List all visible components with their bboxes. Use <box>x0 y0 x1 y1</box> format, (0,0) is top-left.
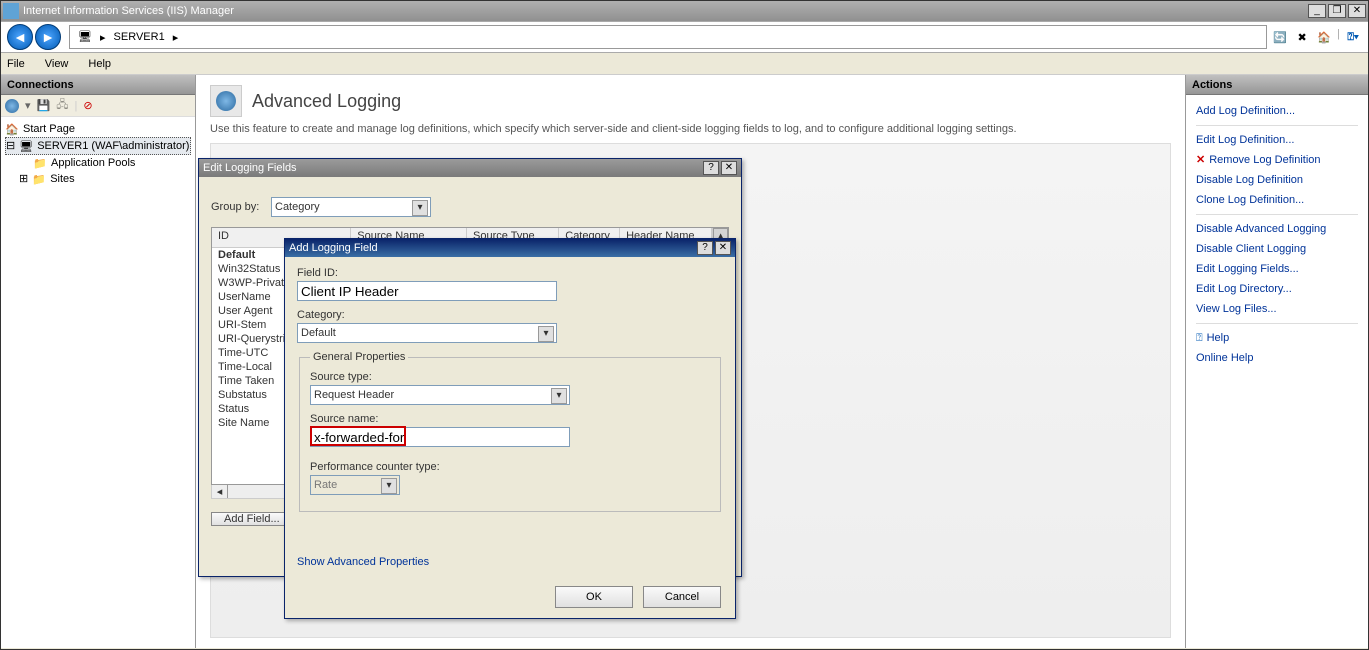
cancel-button[interactable]: Cancel <box>643 586 721 608</box>
add-field-button[interactable]: Add Field... <box>211 512 293 526</box>
action-edit-dir[interactable]: Edit Log Directory... <box>1196 279 1358 299</box>
ok-button[interactable]: OK <box>555 586 633 608</box>
fieldid-input[interactable] <box>297 281 557 301</box>
menu-bar: File View Help <box>1 53 1368 75</box>
connections-tree[interactable]: 🏠Start Page ⊟🖥SERVER1 (WAF\administrator… <box>1 117 195 648</box>
action-disable-adv[interactable]: Disable Advanced Logging <box>1196 219 1358 239</box>
action-edit-fields[interactable]: Edit Logging Fields... <box>1196 259 1358 279</box>
tree-sites[interactable]: ⊞📁Sites <box>5 171 191 187</box>
connections-toolbar: ▾ 💾 🖧 | ⊘ <box>1 95 195 117</box>
action-disable-client[interactable]: Disable Client Logging <box>1196 239 1358 259</box>
action-add-log-def[interactable]: Add Log Definition... <box>1196 101 1358 121</box>
srcname-label: Source name: <box>310 413 710 425</box>
action-online-help[interactable]: Online Help <box>1196 348 1358 368</box>
connect-icon[interactable] <box>5 99 19 113</box>
actions-header: Actions <box>1186 75 1368 95</box>
groupby-combo[interactable]: Category <box>271 197 431 217</box>
dialog-title: Add Logging Field <box>289 242 378 254</box>
stop-icon[interactable]: ✖ <box>1293 28 1311 46</box>
action-disable-log-def[interactable]: Disable Log Definition <box>1196 170 1358 190</box>
dialog-close-button[interactable]: ✕ <box>715 241 731 255</box>
srctype-combo[interactable]: Request Header <box>310 385 570 405</box>
iis-icon <box>3 3 19 19</box>
category-combo[interactable]: Default <box>297 323 557 343</box>
advanced-logging-icon <box>210 85 242 117</box>
help-icon: ⍰ <box>1196 328 1203 348</box>
action-view-log[interactable]: View Log Files... <box>1196 299 1358 319</box>
save-icon[interactable]: 💾 <box>37 99 51 112</box>
fieldid-label: Field ID: <box>297 267 723 279</box>
separator: ▾ <box>25 99 31 112</box>
groupby-label: Group by: <box>211 201 271 213</box>
menu-help[interactable]: Help <box>88 58 111 70</box>
menu-view[interactable]: View <box>45 58 69 70</box>
separator: | <box>1337 28 1340 46</box>
close-button[interactable]: ✕ <box>1348 4 1366 18</box>
server-icon: 🖥 <box>19 139 33 153</box>
breadcrumb[interactable]: 🖥 ▸ SERVER1 ▸ <box>69 25 1267 49</box>
tree-server-node[interactable]: ⊟🖥SERVER1 (WAF\administrator) <box>5 137 191 155</box>
minimize-button[interactable]: _ <box>1308 4 1326 18</box>
breadcrumb-sep: ▸ <box>100 31 106 44</box>
iis-manager-window: Internet Information Services (IIS) Mana… <box>0 0 1369 650</box>
perf-label: Performance counter type: <box>310 461 710 473</box>
remove-icon: ✕ <box>1196 150 1205 170</box>
tree-start-page[interactable]: 🏠Start Page <box>5 121 191 137</box>
srctype-label: Source type: <box>310 371 710 383</box>
sites-icon: 📁 <box>32 172 46 186</box>
connections-header: Connections <box>1 75 195 95</box>
perf-combo: Rate <box>310 475 400 495</box>
show-advanced-link[interactable]: Show Advanced Properties <box>297 556 429 568</box>
category-label: Category: <box>297 309 723 321</box>
stop-conn-icon[interactable]: ⊘ <box>83 99 92 112</box>
home-icon[interactable]: 🏠 <box>1315 28 1333 46</box>
action-help[interactable]: ⍰Help <box>1196 328 1358 348</box>
breadcrumb-server[interactable]: SERVER1 <box>114 31 165 43</box>
general-properties-group: General Properties Source type: Request … <box>299 351 721 512</box>
dialog-help-button[interactable]: ? <box>697 241 713 255</box>
gp-legend: General Properties <box>310 351 408 363</box>
action-edit-log-def[interactable]: Edit Log Definition... <box>1196 130 1358 150</box>
refresh-icon[interactable]: 🔄 <box>1271 28 1289 46</box>
srcname-input[interactable] <box>310 427 570 447</box>
page-title: Advanced Logging <box>252 91 401 112</box>
expand-icon[interactable]: ⊟ <box>6 138 15 154</box>
action-clone-log-def[interactable]: Clone Log Definition... <box>1196 190 1358 210</box>
nav-bar: ◄ ► 🖥 ▸ SERVER1 ▸ 🔄 ✖ 🏠 | ⍰▾ <box>1 21 1368 53</box>
dialog-titlebar[interactable]: Edit Logging Fields ? ✕ <box>199 159 741 177</box>
dialog-titlebar[interactable]: Add Logging Field ? ✕ <box>285 239 735 257</box>
home-icon: 🏠 <box>5 122 19 136</box>
back-button[interactable]: ◄ <box>7 24 33 50</box>
apppool-icon: 📁 <box>33 156 47 170</box>
actions-list: Add Log Definition... Edit Log Definitio… <box>1186 95 1368 648</box>
window-titlebar: Internet Information Services (IIS) Mana… <box>1 1 1368 21</box>
actions-panel: Actions Add Log Definition... Edit Log D… <box>1186 75 1368 648</box>
dialog-help-button[interactable]: ? <box>703 161 719 175</box>
window-title: Internet Information Services (IIS) Mana… <box>23 5 234 17</box>
add-logging-field-dialog: Add Logging Field ? ✕ Field ID: Category… <box>284 238 736 619</box>
connections-panel: Connections ▾ 💾 🖧 | ⊘ 🏠Start Page ⊟🖥SERV… <box>1 75 196 648</box>
connect2-icon[interactable]: 🖧 <box>56 96 68 115</box>
maximize-button[interactable]: ❐ <box>1328 4 1346 18</box>
action-remove-log-def[interactable]: ✕Remove Log Definition <box>1196 150 1358 170</box>
page-description: Use this feature to create and manage lo… <box>210 123 1171 135</box>
dialog-close-button[interactable]: ✕ <box>721 161 737 175</box>
help-icon[interactable]: ⍰▾ <box>1344 28 1362 46</box>
breadcrumb-sep: ▸ <box>173 31 179 44</box>
dialog-title: Edit Logging Fields <box>203 162 297 174</box>
server-icon: 🖥 <box>78 30 92 44</box>
tree-apppools[interactable]: 📁Application Pools <box>5 155 191 171</box>
menu-file[interactable]: File <box>7 58 25 70</box>
separator: | <box>75 100 78 112</box>
expand-icon[interactable]: ⊞ <box>19 171 28 187</box>
forward-button[interactable]: ► <box>35 24 61 50</box>
